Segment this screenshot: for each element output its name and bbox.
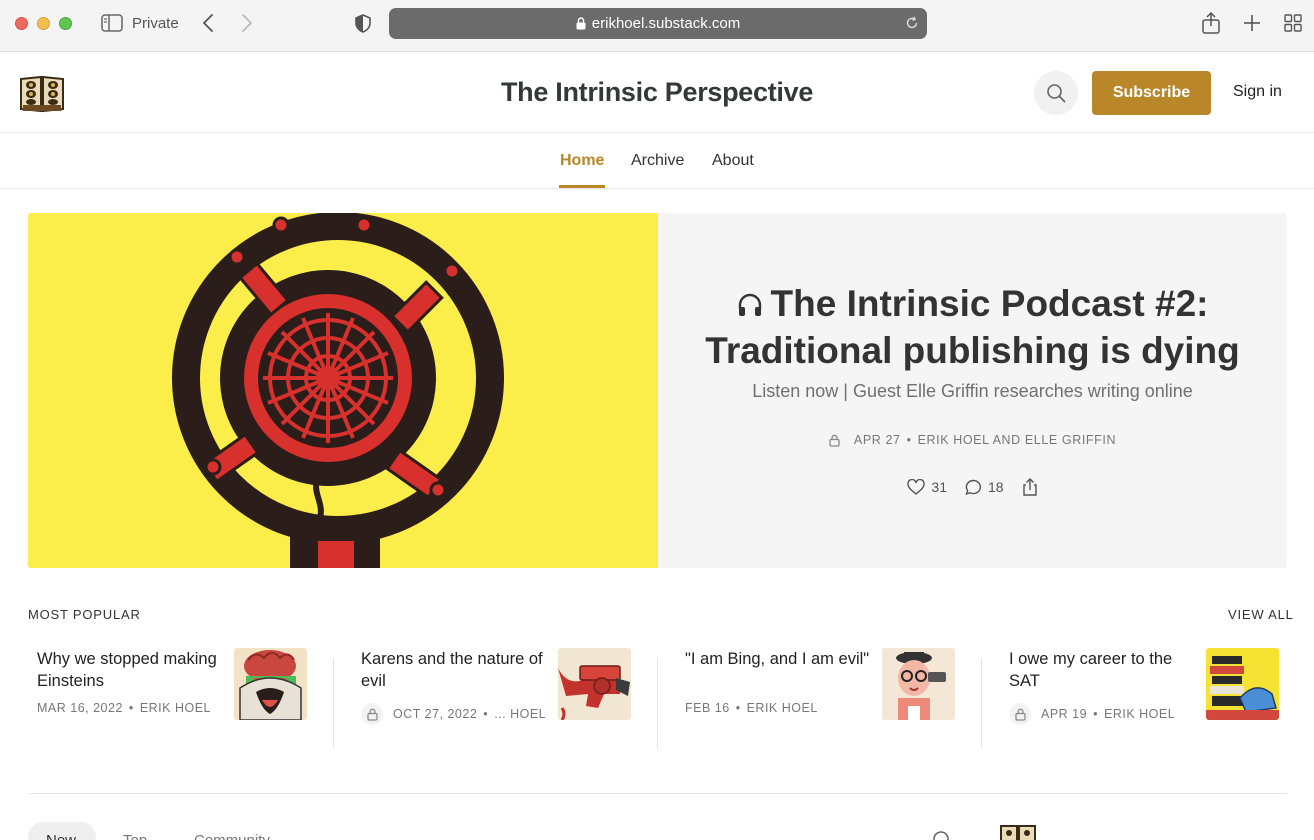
site-header: The Intrinsic Perspective Subscribe Sign… xyxy=(0,53,1314,133)
share-icon xyxy=(1022,478,1037,496)
popular-post-title[interactable]: Why we stopped making Einsteins xyxy=(37,648,227,692)
comment-count: 18 xyxy=(988,479,1004,495)
featured-post-date: APR 27 xyxy=(853,433,901,447)
section-divider xyxy=(28,793,1287,794)
new-tab-icon[interactable] xyxy=(1242,13,1262,33)
popular-post-meta: FEB 16 • ERIK HOEL xyxy=(685,701,818,715)
search-icon xyxy=(1047,84,1066,103)
back-icon[interactable] xyxy=(199,13,217,33)
featured-post[interactable]: The Intrinsic Podcast #2: Traditional pu… xyxy=(28,213,1287,568)
popular-post-meta: APR 19 • ERIK HOEL xyxy=(1009,703,1175,725)
like-count: 31 xyxy=(931,479,947,495)
popular-post-thumbnail[interactable] xyxy=(558,648,631,720)
meta-separator: • xyxy=(1093,707,1098,721)
popular-post[interactable]: "I am Bing, and I am evil" FEB 16 • ERIK… xyxy=(676,648,971,748)
zoom-window-button[interactable] xyxy=(59,17,72,30)
feed-logo-icon xyxy=(1000,824,1036,840)
lock-icon xyxy=(1009,703,1031,725)
share-button[interactable] xyxy=(1022,478,1038,496)
sign-in-link[interactable]: Sign in xyxy=(1233,83,1282,101)
popular-post-title[interactable]: Karens and the nature of evil xyxy=(361,648,551,692)
feed-search-icon[interactable] xyxy=(932,830,952,840)
popular-post-meta: MAR 16, 2022 • ERIK HOEL xyxy=(37,701,211,715)
comment-button[interactable]: 18 xyxy=(965,479,1004,496)
tab-community[interactable]: Community xyxy=(194,832,270,840)
view-all-link[interactable]: VIEW ALL xyxy=(1228,607,1294,622)
featured-post-title[interactable]: The Intrinsic Podcast #2: Traditional pu… xyxy=(688,281,1257,373)
address-bar[interactable]: erikhoel.substack.com xyxy=(389,8,927,39)
like-button[interactable]: 31 xyxy=(907,479,947,495)
featured-post-title-text: The Intrinsic Podcast #2: Traditional pu… xyxy=(705,283,1240,371)
site-nav: Home Archive About xyxy=(0,134,1314,189)
browser-toolbar: Private erikhoel.substack.com xyxy=(0,0,1314,52)
popular-post-author[interactable]: ... HOEL xyxy=(494,707,546,721)
subscribe-button[interactable]: Subscribe xyxy=(1092,71,1211,115)
popular-post-author[interactable]: ERIK HOEL xyxy=(140,701,211,715)
popular-post-meta: OCT 27, 2022 • ... HOEL xyxy=(361,703,546,725)
featured-post-authors[interactable]: ERIK HOEL AND ELLE GRIFFIN xyxy=(918,433,1117,447)
meta-separator: • xyxy=(483,707,489,721)
search-button[interactable] xyxy=(1034,71,1078,115)
featured-post-meta: APR 27 • ERIK HOEL AND ELLE GRIFFIN xyxy=(658,433,1287,447)
popular-post-title[interactable]: I owe my career to the SAT xyxy=(1009,648,1199,692)
popular-post[interactable]: Why we stopped making Einsteins MAR 16, … xyxy=(28,648,323,748)
tab-new[interactable]: New xyxy=(46,832,76,840)
minimize-window-button[interactable] xyxy=(37,17,50,30)
tab-overview-icon[interactable] xyxy=(1283,13,1303,33)
close-window-button[interactable] xyxy=(15,17,28,30)
popular-post-author[interactable]: ERIK HOEL xyxy=(1104,707,1175,721)
popular-post-thumbnail[interactable] xyxy=(882,648,955,720)
popular-post-thumbnail[interactable] xyxy=(1206,648,1279,720)
meta-separator: • xyxy=(128,701,134,715)
tab-about[interactable]: About xyxy=(712,152,754,170)
meta-separator: • xyxy=(735,701,741,715)
popular-post-thumbnail[interactable] xyxy=(234,648,307,720)
lock-icon xyxy=(361,703,383,725)
column-divider xyxy=(657,658,658,748)
featured-post-actions: 31 18 xyxy=(658,478,1287,496)
comment-icon xyxy=(965,479,982,495)
share-icon[interactable] xyxy=(1200,11,1222,35)
privacy-shield-icon[interactable] xyxy=(354,13,372,33)
tab-archive[interactable]: Archive xyxy=(631,152,684,170)
reload-icon[interactable] xyxy=(905,16,919,34)
most-popular-heading: MOST POPULAR xyxy=(28,607,141,622)
private-mode-label: Private xyxy=(132,15,179,32)
popular-post[interactable]: Karens and the nature of evil OCT 27, 20… xyxy=(352,648,647,748)
featured-post-image[interactable] xyxy=(28,213,658,568)
active-tab-indicator xyxy=(559,185,605,188)
meta-separator: • xyxy=(906,433,912,447)
forward-icon[interactable] xyxy=(238,13,256,33)
column-divider xyxy=(333,658,334,748)
heart-icon xyxy=(907,479,926,495)
url-text: erikhoel.substack.com xyxy=(591,15,741,32)
popular-post-date: APR 19 xyxy=(1041,707,1088,721)
tab-home[interactable]: Home xyxy=(560,152,604,170)
popular-post-title[interactable]: "I am Bing, and I am evil" xyxy=(685,648,875,670)
column-divider xyxy=(981,658,982,748)
popular-post-author[interactable]: ERIK HOEL xyxy=(747,701,818,715)
tab-top[interactable]: Top xyxy=(123,832,147,840)
popular-post-date: FEB 16 xyxy=(685,701,730,715)
popular-post-date: OCT 27, 2022 xyxy=(393,707,478,721)
headphones-icon xyxy=(737,283,763,328)
popular-post-date: MAR 16, 2022 xyxy=(37,701,123,715)
sidebar-toggle-icon[interactable] xyxy=(101,13,123,33)
featured-post-subtitle: Listen now | Guest Elle Griffin research… xyxy=(752,381,1193,401)
lock-icon xyxy=(576,17,586,30)
featured-post-text: The Intrinsic Podcast #2: Traditional pu… xyxy=(658,213,1287,568)
popular-post[interactable]: I owe my career to the SAT APR 19 • ERIK… xyxy=(1000,648,1295,748)
lock-icon xyxy=(829,434,840,447)
